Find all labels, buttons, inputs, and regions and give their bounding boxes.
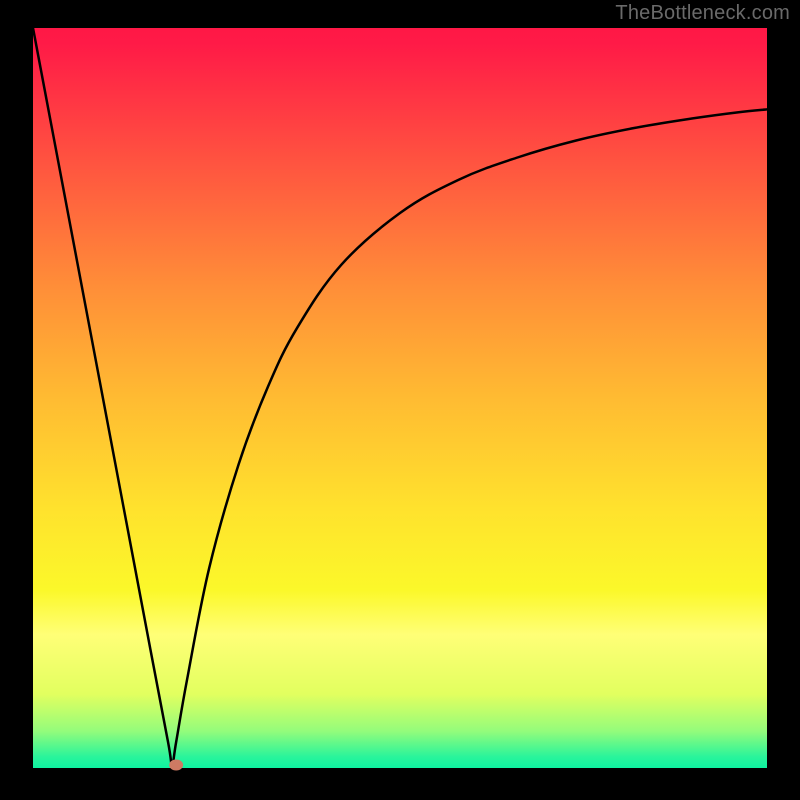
bottleneck-chart bbox=[0, 0, 800, 800]
marker-dot bbox=[169, 760, 183, 771]
watermark-label: TheBottleneck.com bbox=[615, 2, 790, 25]
plot-background bbox=[33, 28, 767, 768]
chart-stage: TheBottleneck.com bbox=[0, 0, 800, 800]
